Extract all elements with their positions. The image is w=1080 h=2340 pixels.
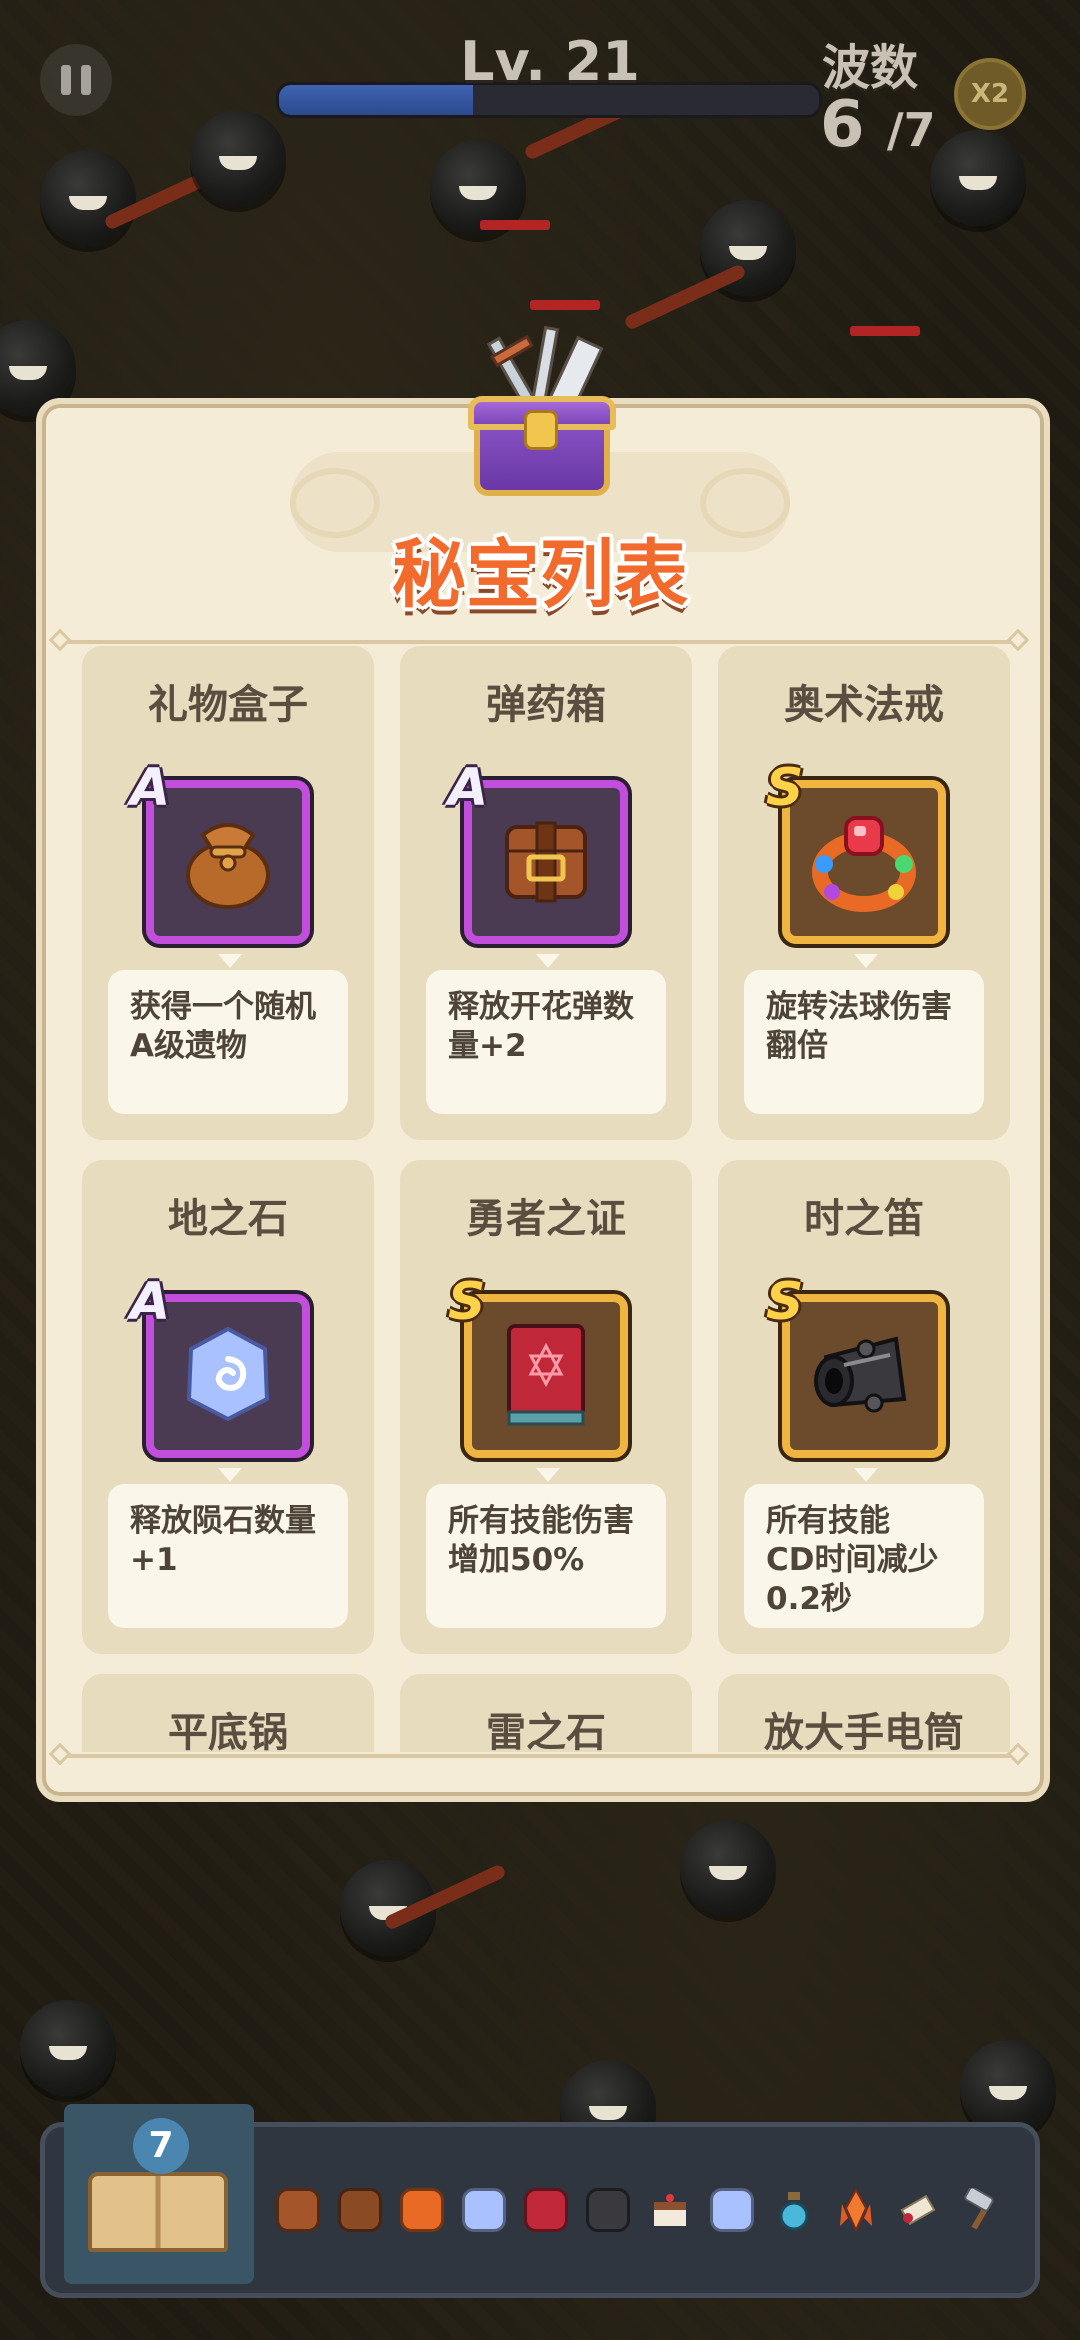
relic-name: 弹药箱 (486, 682, 606, 728)
tooltip-pointer (536, 954, 560, 968)
enemy-sprite (930, 130, 1026, 226)
rank-badge: S (766, 1272, 804, 1332)
wave-current: 6 (820, 88, 865, 162)
relic-card[interactable]: 时之笛 S 所有技能 CD时间减少 0.2秒 (718, 1160, 1010, 1654)
relic-name: 奥术法戒 (784, 682, 944, 728)
tooltip-pointer (218, 954, 242, 968)
tooltip-pointer (854, 1468, 878, 1482)
enemy-hp-bar (480, 220, 550, 230)
relic-card[interactable]: 放大手电筒 (718, 1674, 1010, 1752)
ammo-box-icon (338, 2188, 382, 2232)
rank-badge: A (448, 758, 489, 818)
rank-badge: S (766, 758, 804, 818)
enemy-hp-bar (530, 300, 600, 310)
relic-name: 时之笛 (804, 1196, 924, 1242)
cake-icon (648, 2188, 692, 2232)
relic-name: 平底锅 (168, 1710, 288, 1752)
ring-icon (400, 2188, 444, 2232)
book-icon (524, 2188, 568, 2232)
relic-description: 释放开花弹数 量+2 (448, 989, 634, 1064)
pause-icon-bar (81, 65, 91, 95)
cannon-icon (804, 1319, 924, 1433)
panel-title: 秘宝列表 (392, 532, 688, 618)
relic-icon-frame: A (448, 758, 628, 944)
hammer-icon (958, 2186, 1002, 2232)
earth-stone-icon (462, 2188, 506, 2232)
book-icon (491, 1316, 601, 1436)
relic-grid[interactable]: 礼物盒子 A 获得一个随机 A级遗物 弹药箱 A 释放开花弹数 量+2 奥术法戒 S 旋转法球伤… (82, 646, 1012, 1752)
relic-name: 放大手电筒 (764, 1710, 964, 1752)
relic-icon-frame: S (448, 1272, 628, 1458)
potion-icon (772, 2188, 816, 2232)
relic-name: 雷之石 (486, 1710, 606, 1752)
player-level: Lv. 21 (460, 30, 640, 93)
ammo-box-icon (491, 805, 601, 919)
rank-badge: S (448, 1272, 486, 1332)
divider-bottom (66, 1754, 1012, 1758)
relic-card[interactable]: 礼物盒子 A 获得一个随机 A级遗物 (82, 646, 374, 1140)
earth-stone-icon (173, 1319, 283, 1433)
enemy-sprite (40, 150, 136, 246)
relic-description: 所有技能伤害 增加50% (448, 1503, 634, 1578)
enemy-staff (623, 263, 747, 331)
relic-card[interactable]: 平底锅 (82, 1674, 374, 1752)
tooltip-pointer (854, 954, 878, 968)
relic-card[interactable]: 地之石 A 释放陨石数量 +1 (82, 1160, 374, 1654)
relic-card[interactable]: 雷之石 (400, 1674, 692, 1752)
relic-name: 勇者之证 (466, 1196, 626, 1242)
earth-stone-icon (710, 2188, 754, 2232)
relic-icon-frame: S (766, 758, 946, 944)
relic-description: 所有技能 CD时间减少 0.2秒 (766, 1503, 939, 1617)
lock-icon (524, 410, 558, 450)
relic-name: 礼物盒子 (148, 682, 308, 728)
relic-icon-frame: A (130, 758, 310, 944)
pouch-icon (173, 805, 283, 919)
relic-description-box: 旋转法球伤害 翻倍 (744, 970, 984, 1114)
relic-description-box: 释放开花弹数 量+2 (426, 970, 666, 1114)
treasure-chest-icon (460, 326, 620, 506)
tooltip-pointer (536, 1468, 560, 1482)
ring-icon (804, 800, 924, 924)
wave-counter: 6 /7 (820, 88, 936, 162)
pause-button[interactable] (40, 44, 112, 116)
relic-description-box: 所有技能 CD时间减少 0.2秒 (744, 1484, 984, 1628)
relic-description-box: 所有技能伤害 增加50% (426, 1484, 666, 1628)
wave-total: /7 (886, 103, 936, 157)
relic-name: 地之石 (168, 1196, 288, 1242)
tooltip-pointer (218, 1468, 242, 1482)
relic-icon-frame: A (130, 1272, 310, 1458)
relic-card[interactable]: 勇者之证 S 所有技能伤害 增加50% (400, 1160, 692, 1654)
relic-count-badge: 7 (133, 2118, 189, 2174)
rank-badge: A (130, 758, 171, 818)
enemy-sprite (20, 2000, 116, 2096)
enemy-sprite (190, 110, 286, 206)
relic-card[interactable]: 弹药箱 A 释放开花弹数 量+2 (400, 646, 692, 1140)
enemy-hp-bar (850, 326, 920, 336)
relic-description-box: 获得一个随机 A级遗物 (108, 970, 348, 1114)
divider-top (66, 640, 1012, 644)
relic-description: 旋转法球伤害 翻倍 (766, 989, 952, 1064)
crystal-icon (834, 2187, 878, 2233)
relic-description: 释放陨石数量 +1 (130, 1503, 316, 1578)
relic-card[interactable]: 奥术法戒 S 旋转法球伤害 翻倍 (718, 646, 1010, 1140)
cannon-icon (586, 2188, 630, 2232)
relic-icon-frame: S (766, 1272, 946, 1458)
scroll-icon (896, 2188, 940, 2232)
rank-badge: A (130, 1272, 171, 1332)
pouch-icon (276, 2188, 320, 2232)
pause-icon (61, 65, 71, 95)
relic-description: 获得一个随机 A级遗物 (130, 989, 316, 1064)
enemy-sprite (680, 1820, 776, 1916)
open-book-icon (88, 2172, 228, 2252)
speed-toggle-button[interactable]: X2 (954, 58, 1026, 130)
relic-description-box: 释放陨石数量 +1 (108, 1484, 348, 1628)
